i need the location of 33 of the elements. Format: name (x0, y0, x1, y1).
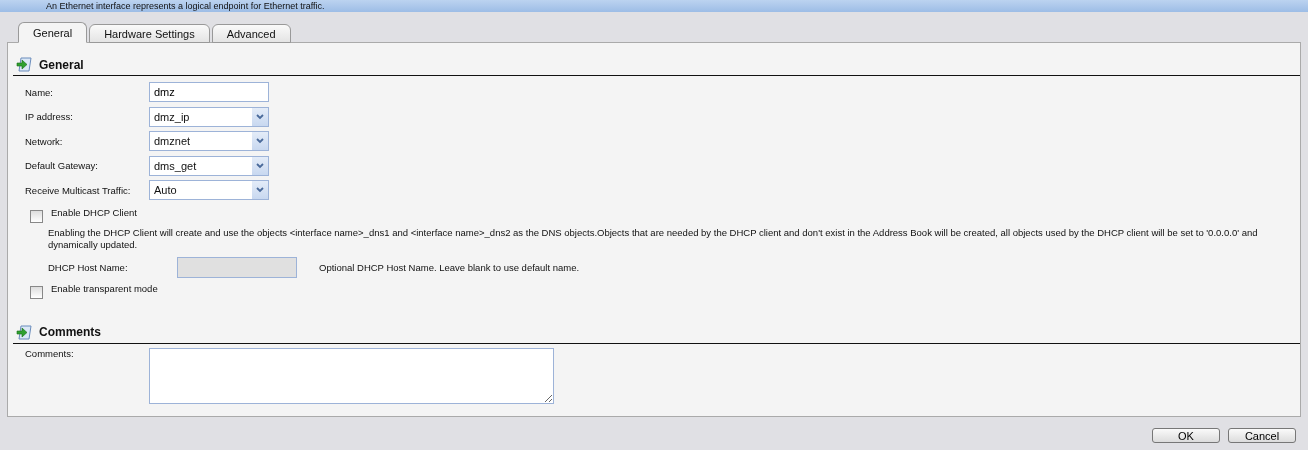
tab[interactable]: General (18, 22, 88, 43)
chevron-down-icon (256, 187, 264, 194)
checkbox[interactable] (30, 285, 43, 299)
field-label: DHCP Host Name: (48, 262, 129, 273)
section-title: General (39, 57, 84, 72)
checkbox-label: Enable transparent mode (51, 282, 158, 294)
tab[interactable]: Advanced (211, 24, 291, 43)
section-title: Comments (39, 325, 101, 339)
field-label: Receive Multicast Traffic: (25, 184, 132, 196)
comments-field[interactable] (149, 347, 554, 404)
field-label: Network: (25, 135, 64, 147)
chevron-down-icon (256, 113, 264, 120)
chevron-down-icon (256, 162, 264, 169)
chevron-down-icon (256, 138, 264, 145)
section-arrow-icon (16, 324, 33, 340)
info-banner: An Ethernet interface represents a logical endpoint for Ethernet traffic. (0, 0, 1308, 12)
dropdown[interactable]: Auto (149, 180, 269, 201)
field-label: Name: (25, 86, 54, 98)
dropdown[interactable]: dms_get (149, 155, 269, 176)
cancel-button[interactable]: Cancel (1228, 428, 1296, 443)
dropdown[interactable]: dmz_ip (149, 106, 269, 127)
name-field[interactable]: dmz (149, 82, 269, 103)
field-label: Default Gateway: (25, 160, 99, 172)
section-arrow-icon (16, 57, 33, 72)
ok-button[interactable]: OK (1152, 428, 1220, 443)
hint-text: Optional DHCP Host Name. Leave blank to use default name. (318, 262, 581, 273)
description-text: Enabling the DHCP Client will create and use the objects <interface name>_dns1 and <interface name>_dns2 as the DNS objects.Objects that are needed by the DHCP client and don't exist in the Address Book will be created, all objects used by the DHCP client will be set to '0.0.0.0' and dynamically updated. (47, 225, 1259, 251)
field-label: IP address: (25, 111, 74, 123)
dropdown[interactable]: dmznet (149, 131, 269, 152)
checkbox-label: Enable DHCP Client (51, 206, 137, 218)
field-label: Comments: (25, 347, 75, 361)
tab[interactable]: Hardware Settings (89, 24, 210, 43)
checkbox[interactable] (30, 209, 43, 223)
